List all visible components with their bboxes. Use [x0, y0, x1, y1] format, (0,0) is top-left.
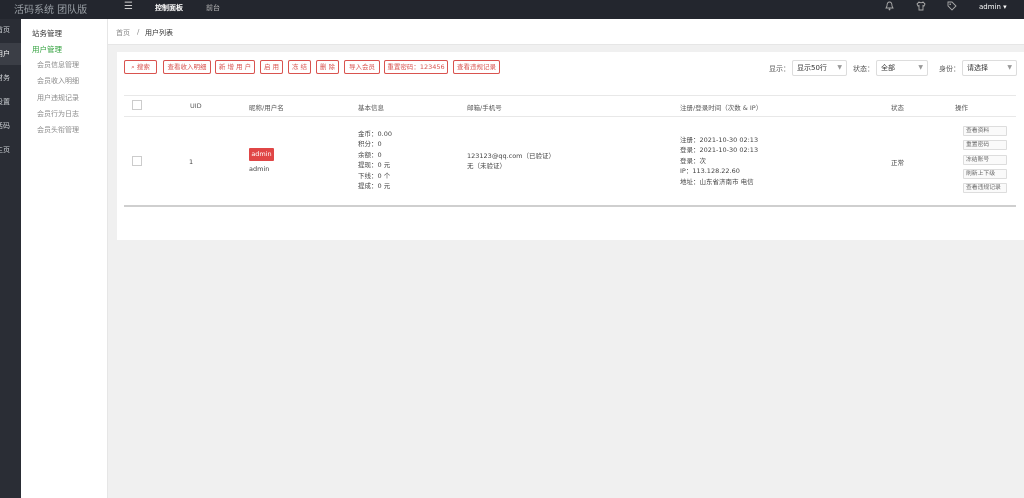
breadcrumb: 首页 / 用户列表 [108, 19, 1024, 45]
header-basic-info: 基本信息 [358, 104, 384, 112]
sidebar-item-member-info[interactable]: 会员信息管理 [37, 60, 79, 70]
main-nav-settings[interactable]: 设置 [0, 91, 21, 113]
freeze-account-button[interactable]: 冻结账号 [963, 155, 1007, 165]
rows-per-page-select[interactable]: 显示50行 ▼ [792, 60, 847, 76]
sidebar-heading: 站务管理 [32, 29, 62, 38]
main-nav-users[interactable]: 用户 [0, 43, 21, 65]
identity-label: 身份： [939, 65, 960, 73]
info-balance: 余额：0 [358, 150, 382, 159]
info-points: 积分：0 [358, 140, 382, 149]
contact-email: 123123@qq.com（已验证） [467, 152, 556, 160]
shirt-icon[interactable] [916, 1, 926, 14]
identity-select-value: 请选择 [967, 64, 988, 72]
import-members-button[interactable]: 导入会员 [344, 60, 380, 74]
main-nav-home[interactable]: 首页 [0, 19, 21, 41]
freeze-button[interactable]: 冻 结 [288, 60, 311, 74]
chevron-down-icon: ▼ [1007, 64, 1012, 71]
nav-frontend[interactable]: 前台 [206, 3, 220, 13]
row-checkbox[interactable] [132, 156, 142, 166]
breadcrumb-home[interactable]: 首页 [116, 28, 130, 38]
status-select[interactable]: 全部 ▼ [876, 60, 928, 76]
content-card [117, 52, 1024, 240]
sidebar-group-user-management[interactable]: 用户管理 [32, 44, 62, 55]
add-user-button[interactable]: 新 增 用 户 [215, 60, 255, 74]
status-label: 状态： [853, 65, 874, 73]
breadcrumb-separator: / [137, 28, 140, 36]
time-register: 注册：2021-10-30 02:13 [680, 136, 759, 144]
sidebar-item-violations[interactable]: 用户违规记录 [37, 93, 79, 103]
bell-icon[interactable] [885, 1, 894, 14]
contact-phone: 无（未验证） [467, 162, 506, 171]
view-profile-button[interactable]: 查看资料 [963, 126, 1007, 136]
main-nav-livecode[interactable]: 活码 [0, 115, 21, 137]
header-actions: 操作 [955, 104, 968, 112]
search-button[interactable]: ⌕ 搜索 [124, 60, 157, 74]
login-ip: IP：113.128.22.60 [680, 167, 740, 176]
tag-icon[interactable] [947, 1, 957, 14]
main-nav: 首页 用户 财务 设置 活码 主页 [0, 19, 21, 498]
view-income-button[interactable]: 查看收入明细 [163, 60, 211, 74]
header-status: 状态 [891, 104, 904, 112]
status-select-value: 全部 [881, 64, 895, 72]
table-bottom-border [124, 205, 1016, 207]
chevron-down-icon: ▼ [837, 64, 842, 71]
row-username: admin [249, 165, 270, 173]
header-uid: UID [190, 102, 202, 110]
info-commission: 提成：0 元 [358, 182, 391, 191]
row-basic-info: 金币：0.00 积分：0 余额：0 提现：0 元 下线：0 个 提成：0 元 [358, 129, 392, 191]
sidebar-item-member-titles[interactable]: 会员头衔管理 [37, 125, 79, 135]
row-reset-password-button[interactable]: 重置密码 [963, 140, 1007, 150]
chevron-down-icon: ▼ [918, 64, 923, 71]
user-menu[interactable]: admin ▾ [979, 3, 1007, 11]
header-contact: 邮箱/手机号 [467, 104, 502, 112]
main-nav-finance[interactable]: 财务 [0, 67, 21, 89]
nickname-badge: admin [249, 148, 274, 161]
user-name: admin [979, 3, 1001, 11]
row-status: 正常 [891, 159, 904, 167]
login-address: 地址：山东省济南市 电信 [680, 177, 754, 186]
row-times: 注册：2021-10-30 02:13 登录：2021-10-30 02:13 … [680, 135, 758, 187]
header-nickname: 昵称/用户名 [249, 104, 284, 112]
info-withdrawal: 提现：0 元 [358, 161, 391, 170]
time-login: 登录：2021-10-30 02:13 [680, 146, 759, 155]
row-uid: 1 [189, 158, 194, 166]
sidebar: 站务管理 用户管理 会员信息管理 会员收入明细 用户违规记录 会员行为日志 会员… [21, 19, 108, 498]
app-title: 活码系统 团队版 [14, 5, 88, 16]
view-violations-button[interactable]: 查看违规记录 [453, 60, 500, 74]
enable-button[interactable]: 启 用 [260, 60, 283, 74]
search-button-label: 搜索 [136, 63, 150, 71]
delete-button[interactable]: 删 除 [316, 60, 339, 74]
menu-icon[interactable]: ☰ [124, 1, 133, 12]
login-count: 登录：次 [680, 156, 706, 165]
breadcrumb-current: 用户列表 [145, 29, 173, 37]
table-header-divider [124, 116, 1016, 117]
main-nav-homepage[interactable]: 主页 [0, 139, 21, 161]
identity-select[interactable]: 请选择 ▼ [962, 60, 1017, 76]
rows-per-page-value: 显示50行 [797, 64, 827, 72]
sidebar-item-behavior-log[interactable]: 会员行为日志 [37, 109, 79, 119]
refresh-hierarchy-button[interactable]: 刷新上下级 [963, 169, 1007, 179]
display-label: 显示： [769, 65, 790, 73]
chevron-down-icon: ▾ [1003, 3, 1007, 11]
sidebar-item-income-detail[interactable]: 会员收入明细 [37, 76, 79, 86]
table-top-border [124, 95, 1016, 96]
info-coins: 金币：0.00 [358, 130, 392, 138]
top-bar: 活码系统 团队版 ☰ 控制面板 前台 admin ▾ [0, 0, 1024, 19]
header-times: 注册/登录时间（次数 & IP） [680, 104, 763, 112]
row-view-violations-button[interactable]: 查看违规记录 [963, 183, 1007, 193]
reset-password-button[interactable]: 重置密码：123456 [384, 60, 448, 74]
nav-dashboard[interactable]: 控制面板 [155, 3, 183, 13]
select-all-checkbox[interactable] [132, 100, 142, 110]
info-downlines: 下线：0 个 [358, 171, 391, 180]
row-contact: 123123@qq.com（已验证） 无（未验证） [467, 151, 555, 172]
search-icon: ⌕ [131, 63, 135, 71]
